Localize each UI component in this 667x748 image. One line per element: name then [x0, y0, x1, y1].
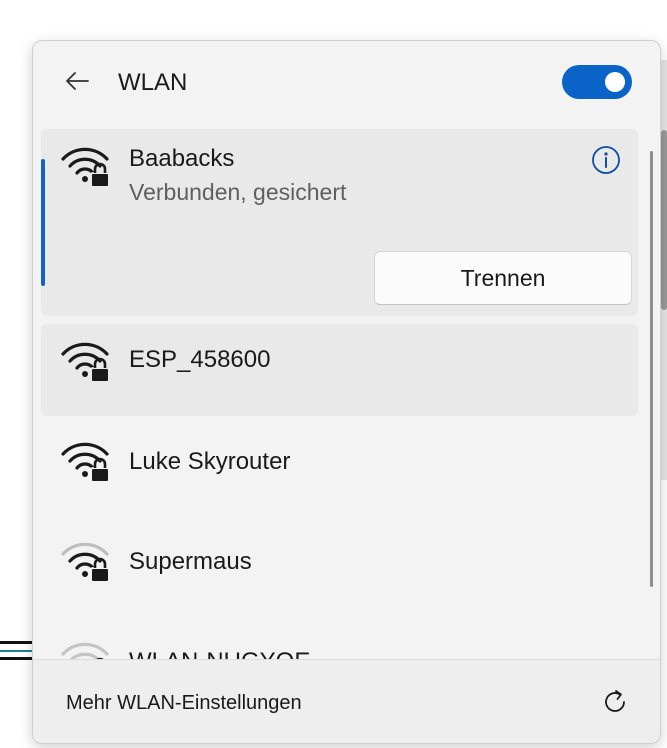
network-name: Supermaus	[129, 548, 252, 575]
network-name: Luke Skyrouter	[129, 448, 291, 475]
arrow-left-icon	[66, 72, 89, 90]
toggle-knob	[605, 72, 625, 92]
back-button[interactable]	[61, 65, 93, 97]
more-wifi-settings-link[interactable]: Mehr WLAN-Einstellungen	[66, 692, 302, 715]
info-icon[interactable]	[591, 145, 621, 175]
network-list: Baabacks Verbunden, gesichert Trennen ES…	[33, 125, 660, 659]
network-status: Verbunden, gesichert	[129, 179, 347, 205]
wifi-lock-icon	[61, 542, 110, 583]
wifi-toggle[interactable]	[562, 65, 632, 99]
network-name: WLAN-NUGYOE	[129, 648, 310, 659]
wifi-lock-icon	[61, 442, 110, 483]
network-item[interactable]: WLAN-NUGYOE	[41, 624, 638, 659]
network-name: ESP_458600	[129, 346, 271, 373]
background-line-teal	[0, 650, 34, 652]
wifi-lock-icon	[61, 642, 109, 659]
wifi-flyout-panel: WLAN Baabacks Verbunden, gesichert Trenn…	[32, 40, 661, 744]
network-item-connected[interactable]: Baabacks Verbunden, gesichert Trennen	[41, 129, 638, 316]
flyout-header: WLAN	[33, 41, 660, 125]
network-item[interactable]: ESP_458600	[41, 324, 638, 416]
refresh-icon[interactable]	[599, 686, 631, 718]
network-name: Baabacks	[129, 145, 235, 172]
background-line	[0, 657, 34, 660]
network-item[interactable]: Supermaus	[41, 524, 638, 616]
list-scrollbar[interactable]	[650, 151, 653, 587]
background-line	[0, 641, 34, 644]
flyout-footer: Mehr WLAN-Einstellungen	[33, 659, 660, 743]
wifi-lock-icon	[61, 147, 110, 188]
background-scrollbar-thumb	[661, 130, 667, 310]
disconnect-button[interactable]: Trennen	[374, 251, 632, 305]
page-title: WLAN	[118, 69, 188, 96]
wifi-lock-icon	[61, 342, 110, 383]
selection-indicator	[41, 159, 45, 286]
network-item[interactable]: Luke Skyrouter	[41, 424, 638, 516]
